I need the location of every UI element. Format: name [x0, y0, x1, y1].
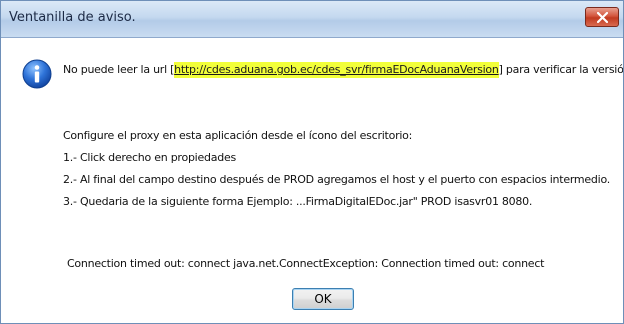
close-icon	[597, 12, 608, 23]
instruction-heading: Configure el proxy en esta aplicación de…	[63, 129, 413, 142]
url-message: No puede leer la url [http://cdes.aduana…	[63, 62, 624, 78]
url-highlight: http://cdes.aduana.gob.ec/cdes_svr/firma…	[174, 62, 499, 78]
close-button[interactable]	[585, 7, 619, 27]
url-message-suffix: ] para verificar la versión del Aplicati…	[498, 63, 624, 76]
instruction-step-2: 2.- Al final del campo destino después d…	[63, 173, 610, 186]
dialog-content: No puede leer la url [http://cdes.aduana…	[1, 38, 623, 323]
ok-button[interactable]: OK	[292, 288, 354, 310]
url-link[interactable]: http://cdes.aduana.gob.ec/cdes_svr/firma…	[174, 63, 499, 76]
info-icon	[22, 59, 52, 89]
error-message: Connection timed out: connect java.net.C…	[67, 257, 545, 270]
title-bar[interactable]: Ventanilla de aviso.	[1, 1, 623, 38]
window-title: Ventanilla de aviso.	[9, 10, 136, 25]
url-message-prefix: No puede leer la url [	[63, 63, 175, 76]
instruction-step-3: 3.- Quedaria de la siguiente forma Ejemp…	[63, 195, 533, 208]
instruction-step-1: 1.- Click derecho en propiedades	[63, 151, 236, 164]
dialog-window: Ventanilla de aviso. No puede leer la ur…	[0, 0, 624, 324]
